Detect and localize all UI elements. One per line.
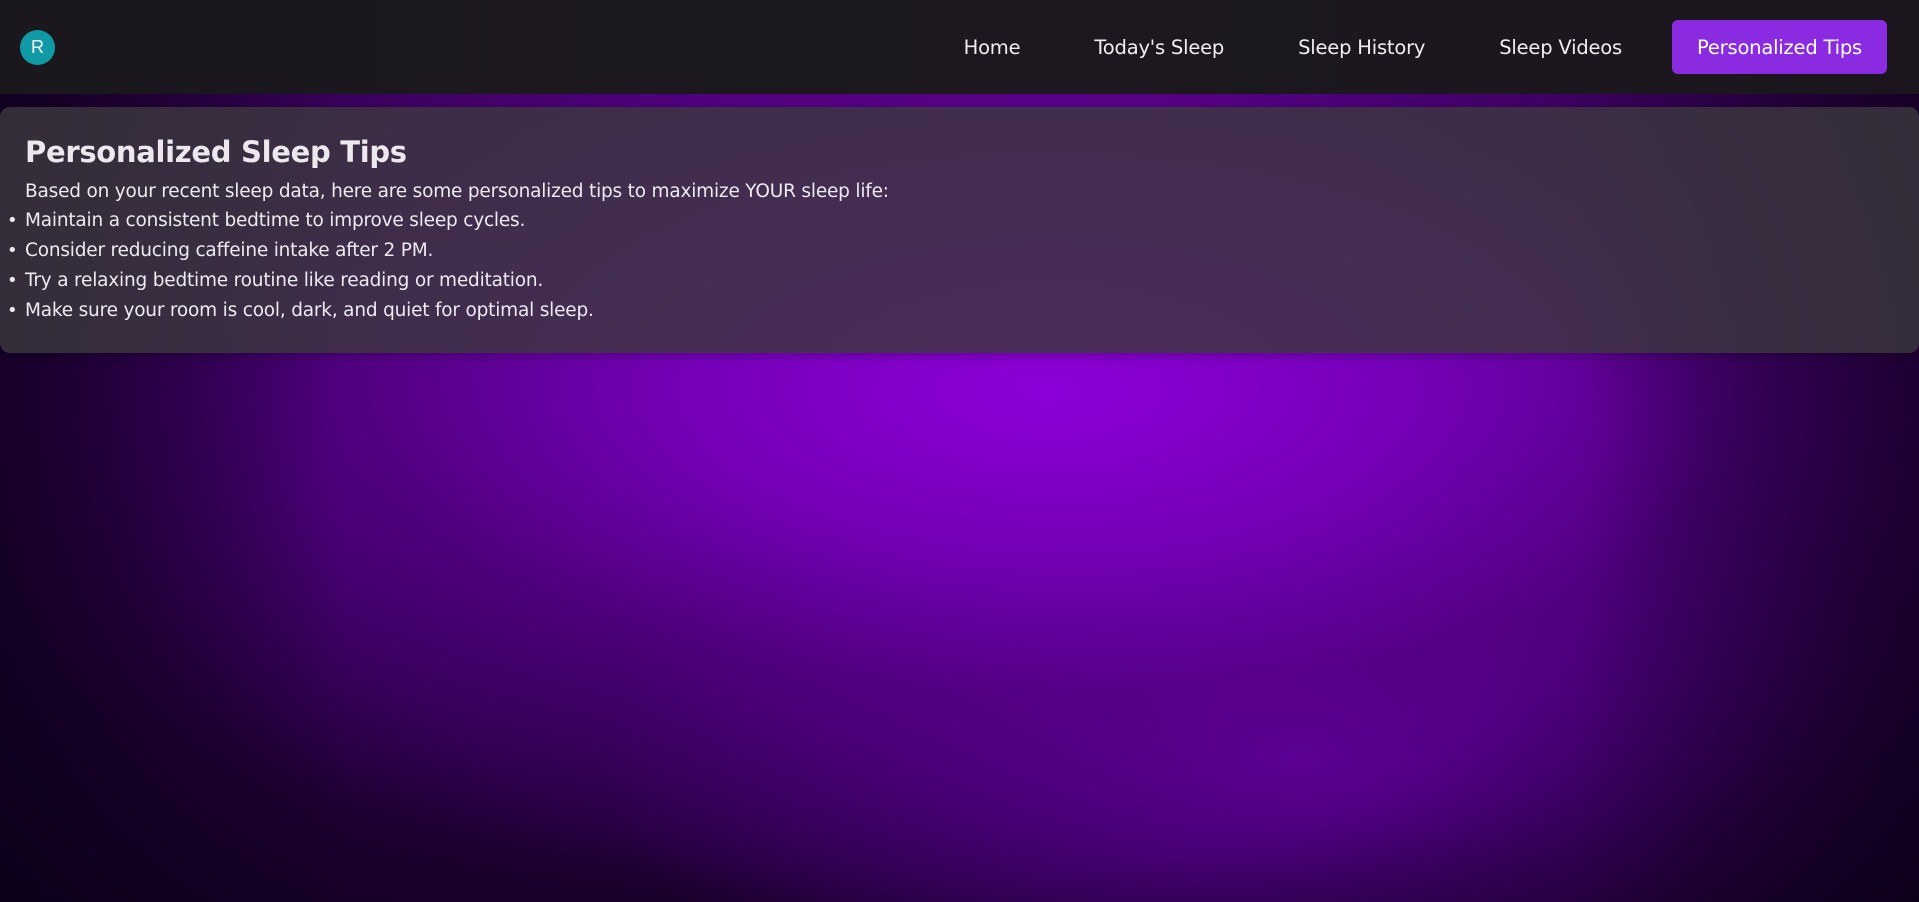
list-item: • Make sure your room is cool, dark, and … [7, 296, 1894, 326]
tip-text: Make sure your room is cool, dark, and q… [25, 300, 594, 321]
bullet-icon: • [7, 270, 18, 291]
nav-todays-sleep[interactable]: Today's Sleep [1057, 20, 1261, 74]
nav-sleep-videos[interactable]: Sleep Videos [1462, 20, 1659, 74]
nav-home[interactable]: Home [927, 20, 1058, 74]
tips-intro: Based on your recent sleep data, here ar… [25, 181, 889, 202]
top-navbar: R Home Today's Sleep Sleep History Sleep… [0, 0, 1919, 94]
nav-personalized-tips[interactable]: Personalized Tips [1672, 20, 1887, 74]
list-item: • Maintain a consistent bedtime to improv… [7, 206, 1894, 236]
page-title: Personalized Sleep Tips [25, 135, 407, 169]
tip-text: Try a relaxing bedtime routine like read… [25, 270, 544, 291]
tips-card: Personalized Sleep Tips Based on your re… [0, 107, 1919, 353]
nav-links: Home Today's Sleep Sleep History Sleep V… [927, 0, 1887, 94]
tip-text: Maintain a consistent bedtime to improve… [25, 210, 526, 231]
bullet-icon: • [7, 300, 18, 321]
list-item: • Consider reducing caffeine intake after… [7, 236, 1894, 266]
bullet-icon: • [7, 240, 18, 261]
nav-sleep-history[interactable]: Sleep History [1261, 20, 1462, 74]
list-item: • Try a relaxing bedtime routine like rea… [7, 266, 1894, 296]
bullet-icon: • [7, 210, 18, 231]
tips-list: • Maintain a consistent bedtime to improv… [7, 206, 1894, 326]
user-avatar[interactable]: R [20, 29, 55, 65]
tip-text: Consider reducing caffeine intake after … [25, 240, 434, 261]
avatar-initial: R [31, 36, 44, 57]
